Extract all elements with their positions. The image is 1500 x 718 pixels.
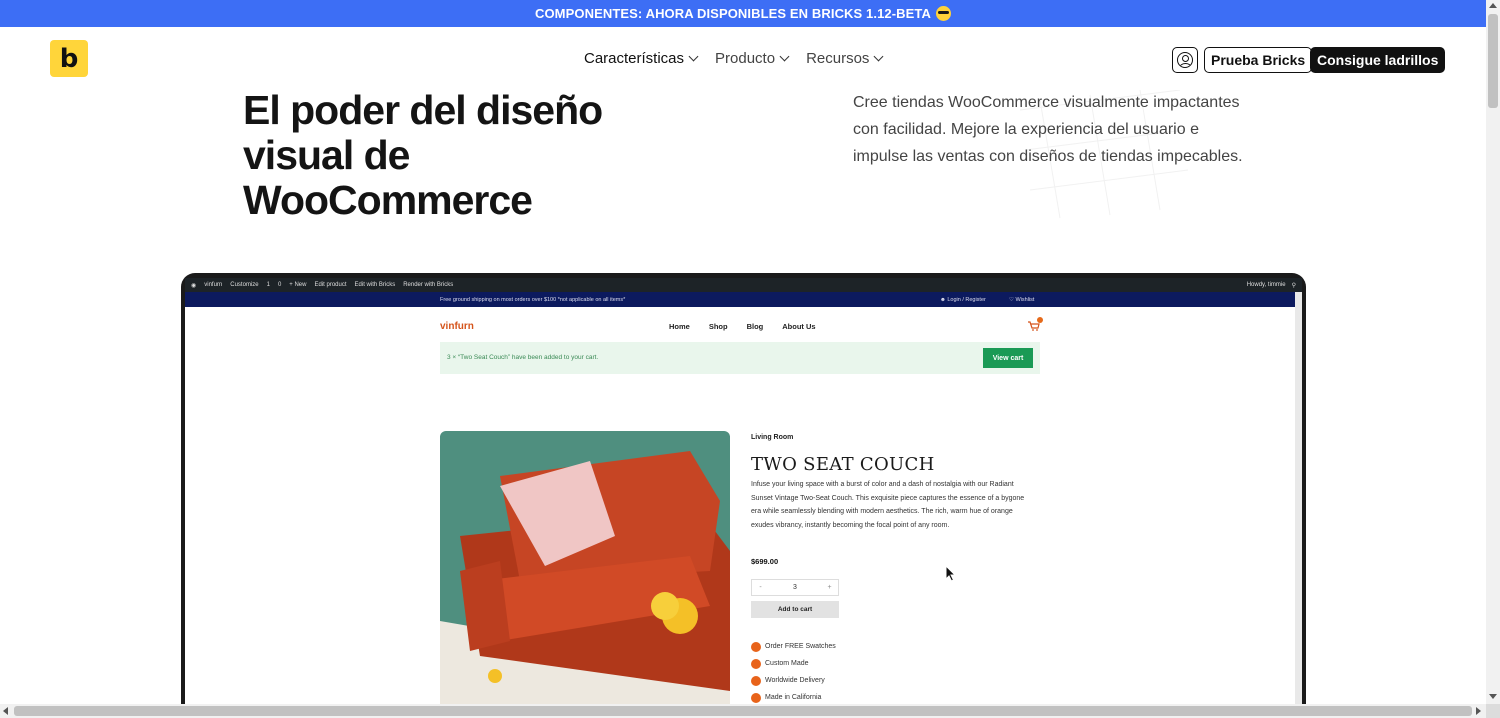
shop-nav-shop[interactable]: Shop bbox=[709, 322, 728, 331]
hero-title-line: El poder del diseño bbox=[243, 87, 603, 133]
shop-nav-about[interactable]: About Us bbox=[782, 322, 815, 331]
cart-notice-text: 3 × “Two Seat Couch” have been added to … bbox=[447, 354, 599, 361]
shop-logo[interactable]: vinfurn bbox=[440, 321, 474, 332]
scrollbar-corner bbox=[1486, 704, 1500, 718]
admin-item[interactable]: 1 bbox=[267, 282, 270, 288]
shipping-message: Free ground shipping on most orders over… bbox=[440, 296, 626, 303]
shop-nav-blog[interactable]: Blog bbox=[747, 322, 764, 331]
scroll-up-arrow-icon[interactable] bbox=[1489, 3, 1497, 8]
product-image[interactable] bbox=[440, 431, 730, 704]
admin-item[interactable]: Customize bbox=[230, 282, 258, 288]
custom-icon bbox=[751, 658, 761, 669]
chevron-down-icon bbox=[873, 51, 884, 62]
admin-item[interactable]: + New bbox=[289, 282, 306, 288]
california-icon bbox=[751, 692, 761, 703]
view-cart-button[interactable]: View cart bbox=[983, 348, 1033, 368]
search-icon[interactable]: ⚲ bbox=[1292, 282, 1296, 289]
chevron-down-icon bbox=[779, 51, 790, 62]
user-circle-icon bbox=[1177, 52, 1193, 68]
add-to-cart-button[interactable]: Add to cart bbox=[751, 601, 839, 618]
quantity-input[interactable]: 3 bbox=[769, 584, 821, 591]
wordpress-icon: ◉ bbox=[191, 282, 197, 289]
shop-nav: Home Shop Blog About Us bbox=[669, 322, 816, 331]
sunglasses-emoji-icon bbox=[936, 6, 951, 21]
admin-item[interactable]: Edit product bbox=[314, 282, 346, 288]
scroll-right-arrow-icon[interactable] bbox=[1476, 707, 1481, 715]
mockup-screen: Free ground shipping on most orders over… bbox=[185, 292, 1295, 704]
try-bricks-button[interactable]: Prueba Bricks bbox=[1204, 47, 1313, 73]
product-features: Order FREE Swatches Custom Made Worldwid… bbox=[751, 638, 836, 704]
admin-item[interactable]: Edit with Bricks bbox=[355, 282, 396, 288]
swatch-icon bbox=[751, 641, 761, 652]
nav-label: Producto bbox=[715, 50, 776, 67]
nav-item-recursos[interactable]: Recursos bbox=[806, 50, 884, 67]
quantity-stepper[interactable]: - 3 + bbox=[751, 579, 839, 596]
feature-label: Worldwide Delivery bbox=[765, 677, 825, 684]
login-link[interactable]: ☻ Login / Register bbox=[940, 297, 986, 303]
hero-title: El poder del diseño visual de WooCommerc… bbox=[243, 88, 643, 223]
list-item: Custom Made bbox=[751, 655, 836, 672]
product-category[interactable]: Living Room bbox=[751, 434, 793, 441]
wp-admin-bar: ◉ vinfurn Customize 1 0 + New Edit produ… bbox=[185, 278, 1302, 292]
mockup-scrollbar[interactable] bbox=[1295, 292, 1302, 704]
page-viewport: COMPONENTES: AHORA DISPONIBLES EN BRICKS… bbox=[0, 0, 1486, 704]
product-description: Infuse your living space with a burst of… bbox=[751, 481, 1025, 529]
bricks-logo[interactable]: b bbox=[50, 40, 88, 77]
announcement-text: COMPONENTES: AHORA DISPONIBLES EN BRICKS… bbox=[534, 6, 931, 21]
hero-title-line: WooCommerce bbox=[243, 177, 533, 223]
product-price: $699.00 bbox=[751, 557, 779, 566]
announcement-bar[interactable]: COMPONENTES: AHORA DISPONIBLES EN BRICKS… bbox=[0, 0, 1486, 27]
wishlist-label: Wishlist bbox=[1015, 296, 1035, 303]
feature-label: Order FREE Swatches bbox=[765, 643, 836, 650]
product-title: TWO SEAT COUCH bbox=[751, 454, 935, 475]
cart-notice: 3 × “Two Seat Couch” have been added to … bbox=[440, 342, 1040, 374]
scroll-left-arrow-icon[interactable] bbox=[3, 707, 8, 715]
admin-item[interactable]: Render with Bricks bbox=[403, 282, 453, 288]
chevron-down-icon bbox=[688, 51, 699, 62]
mouse-cursor-icon bbox=[945, 565, 957, 582]
feature-label: Made in California bbox=[765, 694, 822, 701]
login-label: Login / Register bbox=[947, 296, 986, 303]
delivery-icon bbox=[751, 675, 761, 686]
get-bricks-button[interactable]: Consigue ladrillos bbox=[1310, 47, 1446, 73]
cart-count-badge bbox=[1037, 317, 1043, 323]
list-item: Worldwide Delivery bbox=[751, 672, 836, 689]
shipping-bar: Free ground shipping on most orders over… bbox=[185, 292, 1295, 307]
scroll-down-arrow-icon[interactable] bbox=[1489, 694, 1497, 699]
hero-description: Cree tiendas WooCommerce visualmente imp… bbox=[853, 94, 1243, 165]
feature-label: Custom Made bbox=[765, 660, 809, 667]
account-button[interactable] bbox=[1172, 47, 1198, 73]
quantity-minus-button[interactable]: - bbox=[752, 584, 769, 591]
list-item: Order FREE Swatches bbox=[751, 638, 836, 655]
nav-label: Recursos bbox=[806, 50, 870, 67]
quantity-plus-button[interactable]: + bbox=[821, 584, 838, 591]
nav-label: Características bbox=[584, 50, 685, 67]
admin-item[interactable]: 0 bbox=[278, 282, 281, 288]
list-item: Made in California bbox=[751, 689, 836, 704]
nav-item-producto[interactable]: Producto bbox=[715, 50, 790, 67]
horizontal-scroll-thumb[interactable] bbox=[14, 706, 1472, 716]
horizontal-scrollbar[interactable] bbox=[0, 704, 1486, 718]
admin-greeting[interactable]: Howdy, timmie bbox=[1247, 282, 1286, 288]
device-mockup: ◉ vinfurn Customize 1 0 + New Edit produ… bbox=[181, 273, 1306, 704]
vertical-scroll-thumb[interactable] bbox=[1488, 14, 1498, 108]
hero-title-line: visual de bbox=[243, 132, 410, 178]
main-nav: Características Producto Recursos bbox=[584, 50, 884, 67]
nav-item-caracteristicas[interactable]: Características bbox=[584, 50, 699, 67]
wishlist-link[interactable]: ♡ Wishlist bbox=[1009, 297, 1034, 303]
admin-item[interactable]: vinfurn bbox=[204, 282, 222, 288]
shop-nav-home[interactable]: Home bbox=[669, 322, 690, 331]
vertical-scrollbar[interactable] bbox=[1486, 0, 1500, 704]
